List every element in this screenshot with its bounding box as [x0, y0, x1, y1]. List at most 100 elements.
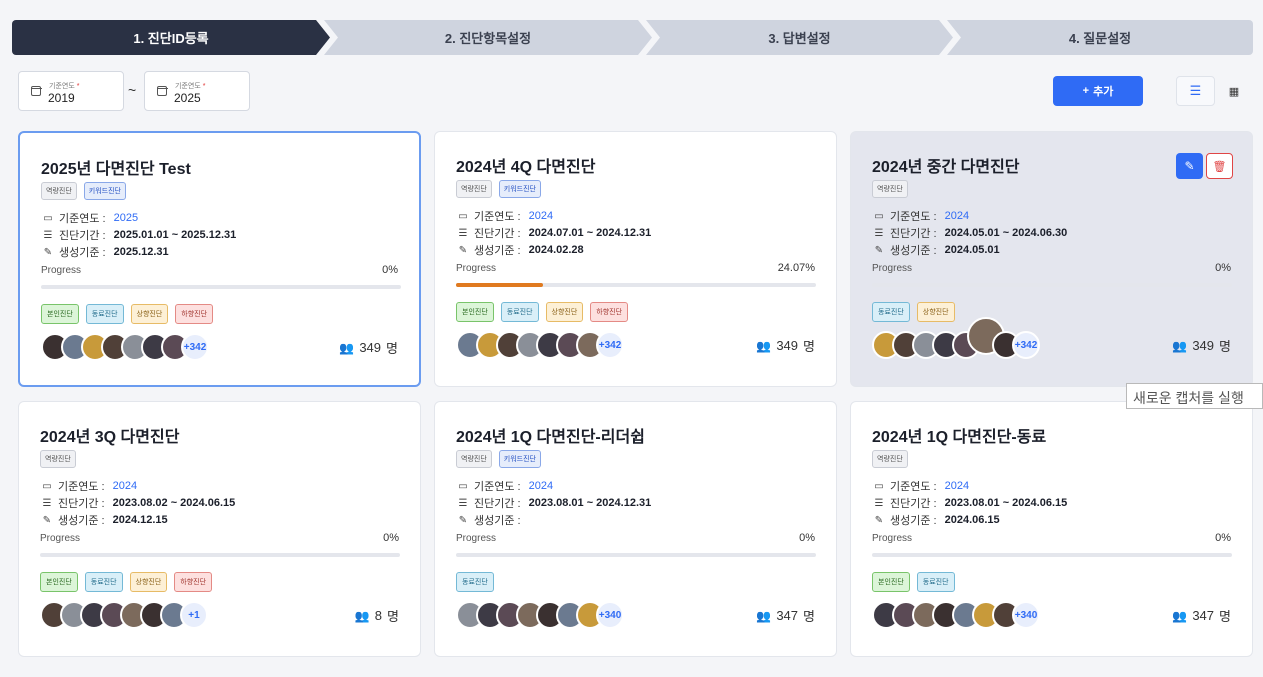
- participant-tag: 상향진단: [129, 572, 168, 592]
- card-info-year: ▭ 기준연도 :2024: [456, 478, 553, 494]
- more-avatars-badge: +342: [181, 333, 209, 361]
- card-info-year: ▭ 기준연도 :2024: [872, 478, 969, 494]
- calendar-icon: ▭: [874, 480, 884, 492]
- card-tags: 역량진단: [872, 180, 908, 198]
- edit-icon: ✎: [458, 244, 468, 256]
- card-title: 2024년 1Q 다면진단-동료: [872, 429, 1047, 446]
- edit-icon: ✎: [458, 514, 468, 526]
- participant-tag: 동료진단: [85, 304, 124, 324]
- list-view-button[interactable]: ☰: [1176, 76, 1215, 106]
- more-avatars-badge: +342: [1012, 331, 1040, 359]
- delete-button[interactable]: 🗑: [1206, 153, 1233, 179]
- type-tag: 키워드진단: [498, 180, 541, 198]
- step-2[interactable]: 2. 진단항목설정: [324, 20, 652, 55]
- progress-label: Progress: [456, 263, 497, 274]
- participant-tags: 본인진단 동료진단: [872, 572, 955, 592]
- participant-tags: 동료진단: [456, 572, 494, 592]
- add-button[interactable]: + 추가: [1053, 76, 1143, 106]
- card-title: 2024년 3Q 다면진단: [40, 429, 180, 446]
- tooltip: 새로운 캡처를 실행: [1126, 383, 1263, 409]
- participant-count: 👥 347 명: [756, 608, 815, 624]
- progress-bar: [456, 283, 816, 287]
- progress-label: Progress: [872, 263, 913, 274]
- people-icon: 👥: [756, 608, 772, 623]
- type-tag: 역량진단: [456, 450, 492, 468]
- edit-icon: ✎: [42, 514, 52, 526]
- participant-tag: 본인진단: [41, 304, 79, 324]
- diagnosis-card[interactable]: 2024년 중간 다면진단 역량진단 ▭ 기준연도 :2024 ☰ 진단기간 :2024.…: [850, 131, 1253, 387]
- diagnosis-card[interactable]: 2025년 다면진단 Test 역량진단 키워드진단 ▭ 기준연도 :2025 ☰ 진단기간…: [18, 131, 421, 387]
- people-icon: 👥: [354, 608, 370, 623]
- edit-button[interactable]: ✎: [1176, 153, 1203, 179]
- progress-label: Progress: [456, 533, 497, 544]
- card-info-period: ☰ 진단기간 :2023.08.01 ~ 2024.12.31: [456, 495, 652, 511]
- card-title: 2024년 1Q 다면진단-리더쉽: [456, 429, 645, 446]
- participant-tags: 본인진단 동료진단 상향진단 하향진단: [41, 304, 214, 324]
- step-3[interactable]: 3. 답변설정: [646, 20, 953, 55]
- type-tag: 역량진단: [872, 450, 908, 468]
- card-info-period: ☰ 진단기간 :2025.01.01 ~ 2025.12.31: [41, 227, 237, 243]
- participant-tags: 동료진단 상향진단: [872, 302, 955, 322]
- calendar-icon: ▭: [458, 210, 468, 222]
- participant-tag: 상향진단: [545, 302, 584, 322]
- step-1[interactable]: 1. 진단ID등록: [12, 20, 330, 55]
- pencil-icon: ✎: [1184, 159, 1195, 173]
- participant-tag: 동료진단: [916, 572, 955, 592]
- progress-bar: [456, 553, 816, 557]
- calendar-icon: ▭: [458, 480, 468, 492]
- participant-count: 👥 349 명: [1172, 338, 1231, 354]
- trash-icon: 🗑: [1212, 160, 1227, 173]
- card-tags: 역량진단: [40, 450, 76, 468]
- diagnosis-card[interactable]: 2024년 4Q 다면진단 역량진단 키워드진단 ▭ 기준연도 :2024 ☰ 진단기간 :…: [434, 131, 837, 387]
- edit-icon: ✎: [874, 514, 884, 526]
- calendar-icon: [30, 86, 42, 96]
- diagnosis-card[interactable]: 2024년 1Q 다면진단-동료역량진단 ▭ 기준연도 :2024 ☰ 진단기간 :20…: [850, 401, 1253, 657]
- sliders-icon: ☰: [42, 497, 52, 509]
- card-info-period: ☰ 진단기간 :2023.08.02 ~ 2024.06.15: [40, 495, 236, 511]
- card-info-created: ✎ 생성기준 :2024.05.01: [872, 242, 1000, 258]
- year-to-field[interactable]: 기준연도 * 2025: [144, 71, 250, 111]
- progress-value: 0%: [799, 532, 815, 544]
- progress-bar: [872, 553, 1232, 557]
- sliders-icon: ☰: [458, 227, 468, 239]
- year-from-field[interactable]: 기준연도 * 2019: [18, 71, 124, 111]
- grid-icon: ▦: [1228, 85, 1240, 98]
- card-info-created: ✎ 생성기준 :2025.12.31: [41, 244, 169, 260]
- progress-value: 0%: [382, 264, 398, 276]
- sliders-icon: ☰: [43, 229, 53, 241]
- diagnosis-card[interactable]: 2024년 1Q 다면진단-리더쉽역량진단 키워드진단 ▭ 기준연도 :2024 ☰ 진단…: [434, 401, 837, 657]
- calendar-icon: ▭: [43, 212, 53, 224]
- progress-value: 0%: [1215, 262, 1231, 274]
- step-4[interactable]: 4. 질문설정: [947, 20, 1253, 55]
- more-avatars-badge: +340: [1012, 601, 1040, 629]
- participant-count: 👥 8 명: [354, 608, 399, 624]
- card-tags: 역량진단 키워드진단: [41, 182, 126, 200]
- type-tag: 키워드진단: [498, 450, 541, 468]
- participant-tag: 상향진단: [130, 304, 169, 324]
- grid-view-button[interactable]: ▦: [1227, 84, 1241, 98]
- stepper: 1. 진단ID등록 2. 진단항목설정 3. 답변설정 4. 질문설정: [12, 20, 1253, 55]
- participant-tag: 동료진단: [500, 302, 539, 322]
- more-avatars-badge: +1: [180, 601, 208, 629]
- progress-fill: [456, 283, 543, 287]
- edit-icon: ✎: [874, 244, 884, 256]
- type-tag: 키워드진단: [83, 182, 126, 200]
- sliders-icon: ☰: [874, 227, 884, 239]
- more-avatars-badge: +340: [596, 601, 624, 629]
- card-title: 2025년 다면진단 Test: [41, 161, 191, 178]
- add-button-label: 추가: [1093, 86, 1114, 98]
- diagnosis-card[interactable]: 2024년 3Q 다면진단 역량진단 ▭ 기준연도 :2024 ☰ 진단기간 :2023.…: [18, 401, 421, 657]
- progress-bar: [40, 553, 400, 557]
- participant-tag: 하향진단: [590, 302, 629, 322]
- calendar-icon: [156, 86, 168, 96]
- participant-tag: 동료진단: [872, 302, 910, 322]
- type-tag: 역량진단: [41, 182, 77, 200]
- participant-tags: 본인진단 동료진단 상향진단 하향진단: [456, 302, 629, 322]
- range-separator: ~: [128, 82, 137, 98]
- edit-icon: ✎: [43, 246, 53, 258]
- card-info-period: ☰ 진단기간 :2023.08.01 ~ 2024.06.15: [872, 495, 1068, 511]
- participant-tag: 동료진단: [84, 572, 123, 592]
- participant-tag: 하향진단: [175, 304, 214, 324]
- participant-tag: 본인진단: [40, 572, 78, 592]
- sliders-icon: ☰: [458, 497, 468, 509]
